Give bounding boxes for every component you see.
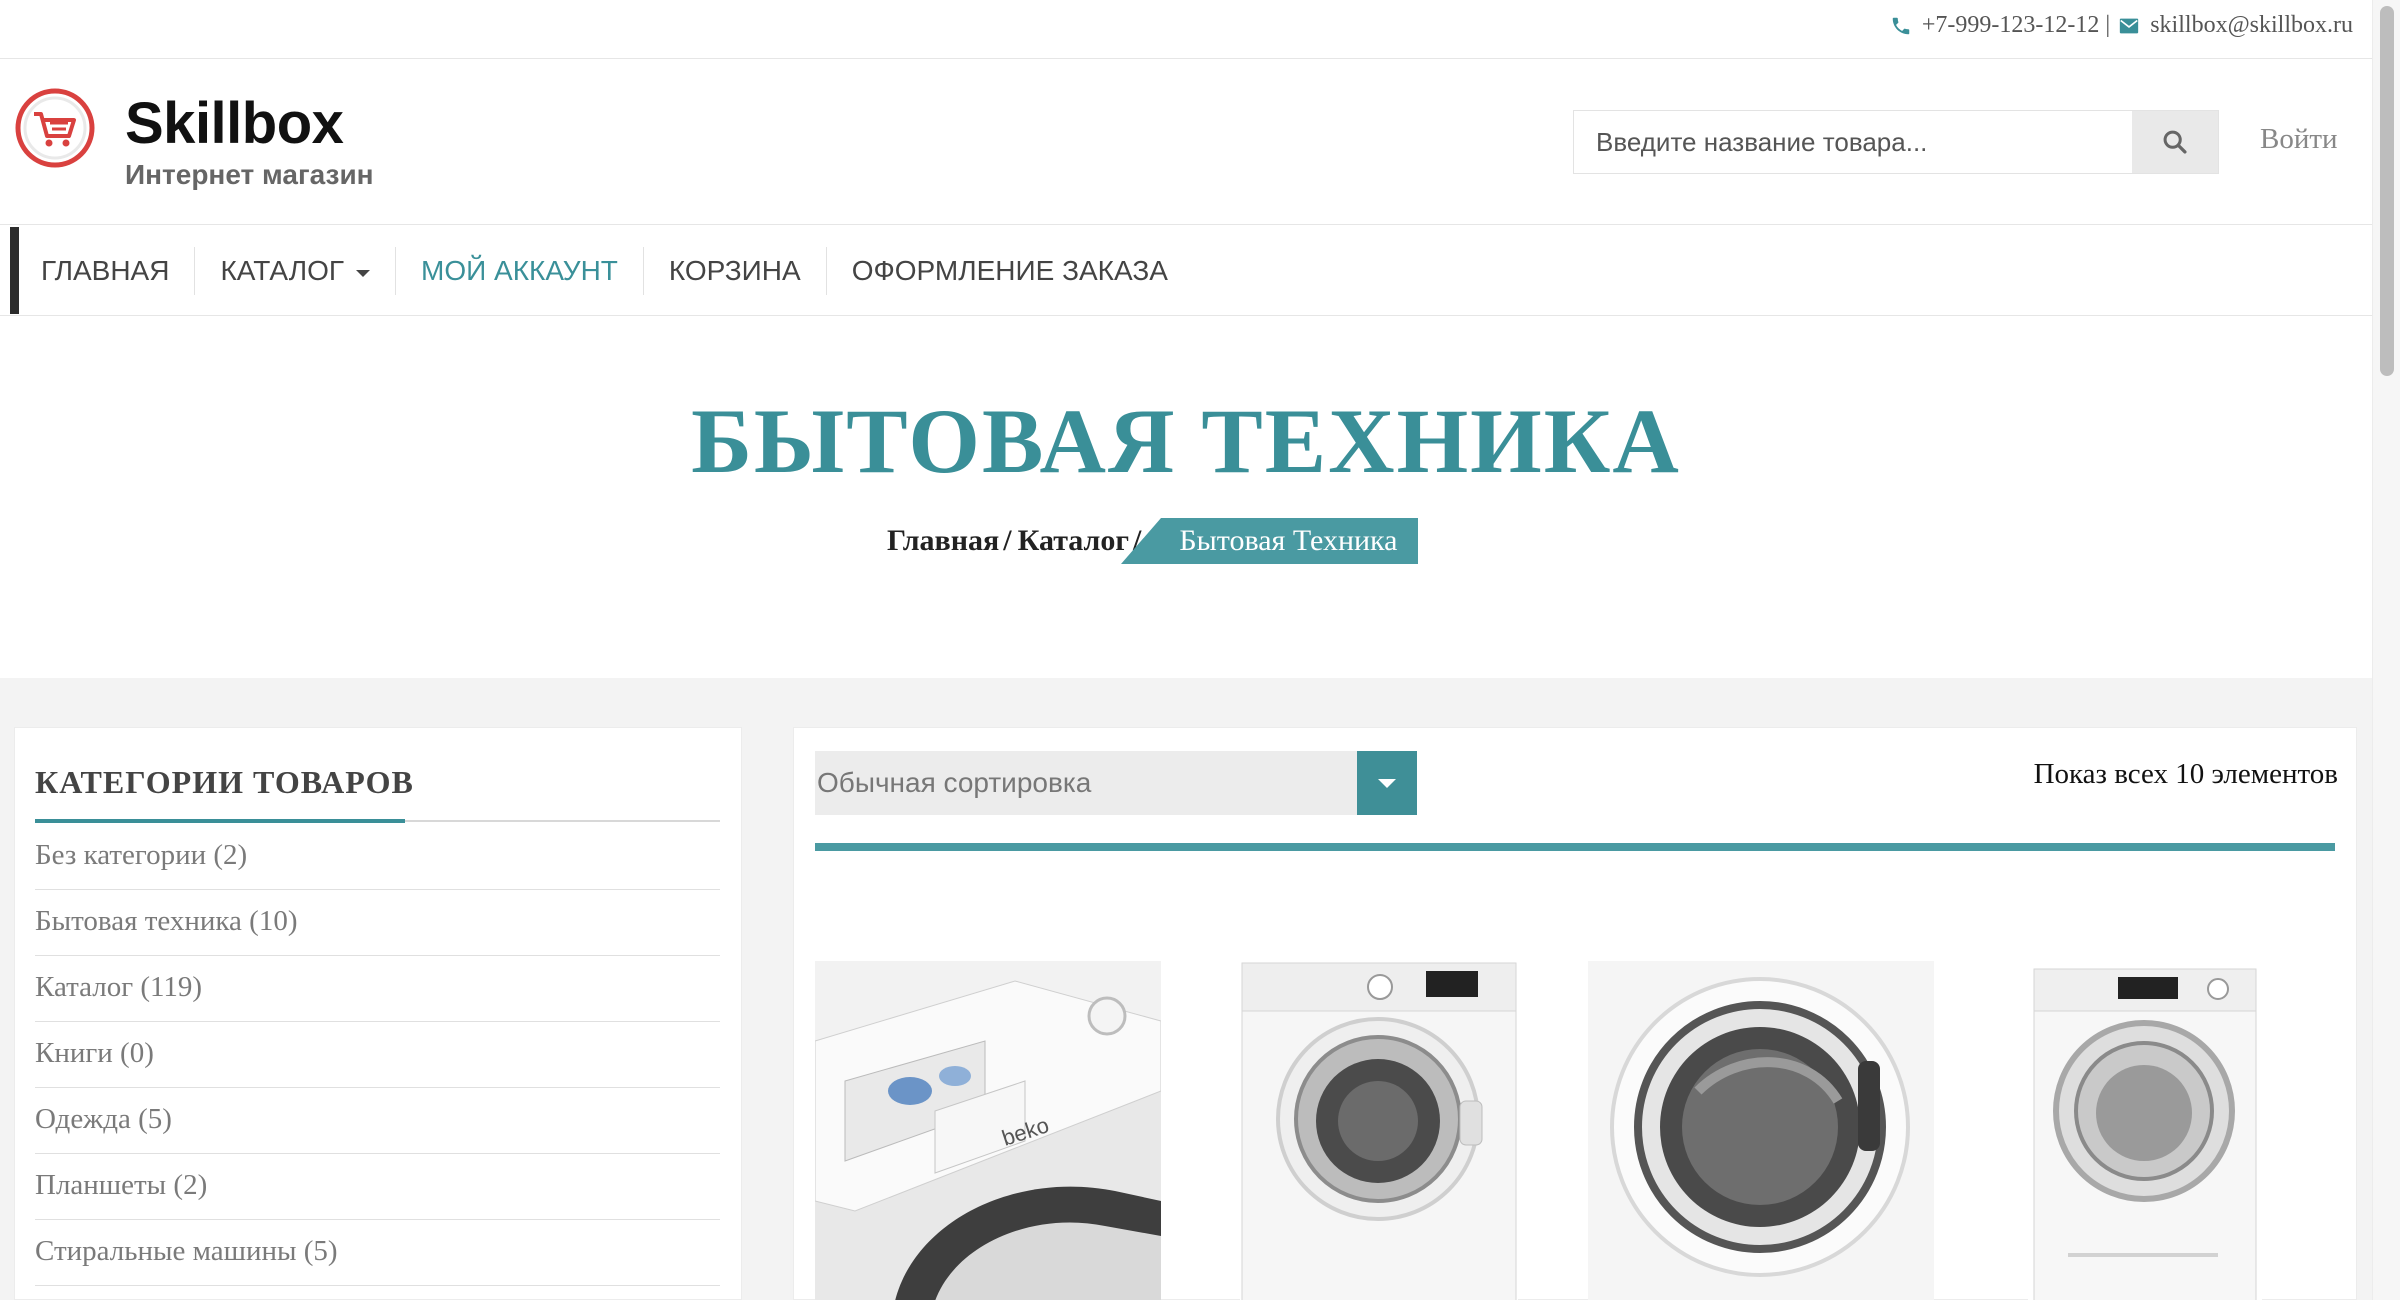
nav-item-catalog[interactable]: КАТАЛОГ <box>194 247 395 295</box>
nav-item-label: МОЙ АККАУНТ <box>421 255 618 286</box>
washing-machine-image <box>2028 961 2262 1300</box>
main-navigation: ГЛАВНАЯ КАТАЛОГ МОЙ АККАУНТ КОРЗИНА ОФОР… <box>0 224 2372 316</box>
category-item[interactable]: Без категории (2) <box>35 824 720 890</box>
category-item[interactable]: Планшеты (2) <box>35 1154 720 1220</box>
envelope-icon <box>2120 18 2139 33</box>
breadcrumb-current: Бытовая Техника <box>1121 518 1418 564</box>
nav-accent-bar <box>10 227 19 314</box>
heading-accent-line <box>35 819 405 823</box>
search-input[interactable] <box>1574 111 2134 173</box>
sort-select[interactable]: Обычная сортировка <box>815 751 1417 815</box>
breadcrumb-separator: / <box>1003 524 1012 557</box>
listing-divider <box>815 843 2335 851</box>
contact-info: +7-999-123-12-12 | skillbox@skillbox.ru <box>1890 12 2353 39</box>
nav-item-checkout[interactable]: ОФОРМЛЕНИЕ ЗАКАЗА <box>825 247 1193 295</box>
washing-machine-image <box>1588 961 1934 1300</box>
page-scrollbar[interactable] <box>2372 0 2400 1300</box>
search-icon <box>2163 130 2187 154</box>
login-link[interactable]: Войти <box>2260 123 2338 156</box>
nav-item-label: ГЛАВНАЯ <box>41 255 170 286</box>
phone-number[interactable]: +7-999-123-12-12 <box>1922 12 2100 39</box>
top-bar: +7-999-123-12-12 | skillbox@skillbox.ru <box>0 0 2372 59</box>
search-button[interactable] <box>2132 111 2218 173</box>
chevron-down-icon <box>1378 778 1396 788</box>
sort-dropdown-button[interactable] <box>1357 751 1417 815</box>
site-logo-subtitle: Интернет магазин <box>125 159 374 190</box>
category-item[interactable]: Бытовая техника (10) <box>35 890 720 956</box>
product-image[interactable] <box>1240 961 1518 1300</box>
result-count: Показ всех 10 элементов <box>2033 758 2338 790</box>
breadcrumb-home[interactable]: Главная <box>887 524 999 558</box>
breadcrumb: Главная/ Каталог/ Бытовая Техника <box>887 518 1418 564</box>
product-image[interactable]: beko <box>815 961 1161 1300</box>
page-title: БЫТОВАЯ ТЕХНИКА <box>691 390 1681 492</box>
cart-logo-icon[interactable] <box>14 87 96 169</box>
washing-machine-image: beko <box>815 961 1161 1300</box>
nav-item-my-account[interactable]: МОЙ АККАУНТ <box>395 247 643 295</box>
scrollbar-thumb[interactable] <box>2380 6 2394 376</box>
search-box <box>1573 110 2219 174</box>
categories-widget: КАТЕГОРИИ ТОВАРОВ Без категории (2) Быто… <box>14 727 742 1300</box>
category-item[interactable]: Одежда (5) <box>35 1088 720 1154</box>
product-image[interactable] <box>1588 961 1934 1300</box>
nav-menu: ГЛАВНАЯ КАТАЛОГ МОЙ АККАУНТ КОРЗИНА ОФОР… <box>19 247 1193 295</box>
nav-item-label: КАТАЛОГ <box>220 255 345 286</box>
categories-heading: КАТЕГОРИИ ТОВАРОВ <box>35 764 414 800</box>
breadcrumb-catalog[interactable]: Каталог <box>1018 524 1129 558</box>
category-item[interactable]: Каталог (119) <box>35 956 720 1022</box>
nav-item-label: ОФОРМЛЕНИЕ ЗАКАЗА <box>851 255 1168 286</box>
category-item[interactable]: Книги (0) <box>35 1022 720 1088</box>
site-logo-title[interactable]: Skillbox <box>125 90 344 157</box>
contact-separator: | <box>2105 12 2111 38</box>
nav-item-label: КОРЗИНА <box>668 255 801 286</box>
product-image[interactable] <box>2028 961 2262 1300</box>
site-header: Skillbox Интернет магазин Войти <box>0 60 2372 224</box>
washing-machine-image <box>1240 961 1518 1300</box>
product-listing: Обычная сортировка Показ всех 10 элемент… <box>793 727 2357 1300</box>
phone-icon <box>1892 17 1910 34</box>
sort-selected-value: Обычная сортировка <box>817 767 1092 798</box>
nav-item-cart[interactable]: КОРЗИНА <box>642 247 826 295</box>
nav-item-home[interactable]: ГЛАВНАЯ <box>19 247 194 295</box>
email-link[interactable]: skillbox@skillbox.ru <box>2150 12 2353 39</box>
caret-down-icon <box>356 269 371 277</box>
category-list: Без категории (2) Бытовая техника (10) К… <box>35 824 720 1286</box>
category-item[interactable]: Стиральные машины (5) <box>35 1220 720 1286</box>
